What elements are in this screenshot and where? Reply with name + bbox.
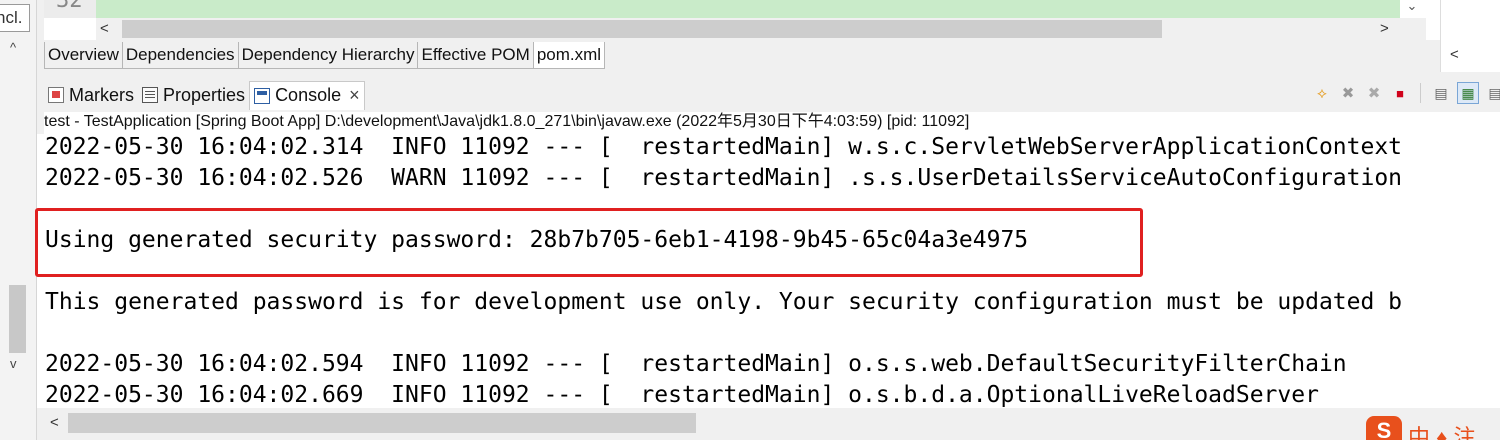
pin-icon[interactable]: ⟡ [1312,83,1332,103]
editor-scroll-down-icon[interactable]: ⌄ [1402,0,1422,18]
left-panel [0,0,37,440]
tab-markers-label: Markers [69,84,135,105]
tab-dependency-hierarchy[interactable]: Dependency Hierarchy [237,42,419,69]
password-highlight-box [35,208,1143,277]
view-tabs: Markers Properties Console × [44,80,365,110]
markers-icon [48,87,64,103]
watermark-logo: S 中 ♦ 注 [1362,414,1500,440]
pom-editor-tabs: Overview Dependencies Dependency Hierarc… [44,42,606,70]
tab-markers[interactable]: Markers [44,81,138,109]
console-scrollbar-thumb[interactable] [68,413,696,433]
process-description: test - TestApplication [Spring Boot App]… [44,112,1500,134]
word-wrap-icon[interactable]: ▦ [1457,82,1479,104]
tab-dependencies[interactable]: Dependencies [121,42,239,69]
log-line: 2022-05-30 16:04:02.669 INFO 11092 --- [… [45,382,1319,408]
remove-all-terminated-icon[interactable]: ✖ [1364,83,1384,103]
remove-launch-icon[interactable]: ✖ [1338,83,1358,103]
scroll-lock-icon[interactable]: ▤ [1431,83,1451,103]
tab-console-label: Console [275,85,342,105]
console-icon [254,87,271,104]
watermark-text: 中 ♦ 注 [1408,425,1476,440]
scroll-down-arrow-icon[interactable]: v [10,356,17,371]
outline-scroll-left-icon[interactable]: < [1450,46,1459,63]
scroll-up-arrow-icon[interactable]: ^ [10,40,16,55]
editor-scrollbar-thumb[interactable] [122,20,1162,38]
show-console-icon[interactable]: ▤ [1485,83,1500,103]
editor-scroll-left-icon[interactable]: < [100,20,109,37]
tab-properties-label: Properties [163,84,246,105]
include-field[interactable]: ncl. [0,4,30,32]
tab-overview[interactable]: Overview [44,42,123,69]
console-scroll-left-icon[interactable]: < [50,414,59,431]
tab-effective-pom[interactable]: Effective POM [417,42,534,69]
console-toolbar: ⟡ ✖ ✖ ■ ▤ ▦ ▤ [1312,82,1500,104]
tab-pom-xml[interactable]: pom.xml [532,42,606,69]
terminate-icon[interactable]: ■ [1390,83,1410,103]
added-line-highlight [96,0,1400,18]
log-line: This generated password is for developme… [45,289,1403,315]
properties-icon [142,87,159,103]
tab-console[interactable]: Console × [249,80,365,110]
left-scrollbar-thumb[interactable] [9,285,26,353]
close-icon[interactable]: × [349,85,360,106]
outline-panel [1440,0,1500,72]
editor-scroll-right-icon[interactable]: > [1380,20,1389,37]
tab-properties[interactable]: Properties [138,81,249,109]
log-line: 2022-05-30 16:04:02.526 WARN 11092 --- [… [45,165,1403,191]
log-line: 2022-05-30 16:04:02.314 INFO 11092 --- [… [45,134,1403,160]
log-line: 2022-05-30 16:04:02.594 INFO 11092 --- [… [45,351,1347,377]
watermark-logo-letter: S [1366,416,1402,440]
toolbar-separator [1420,83,1421,103]
line-number: 32 [56,0,83,13]
